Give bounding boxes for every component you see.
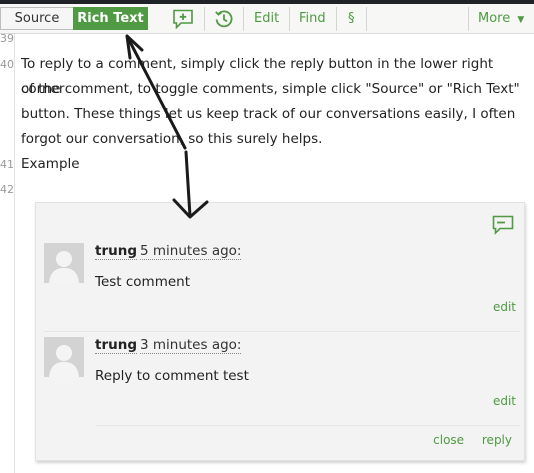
- comment-author[interactable]: trung: [95, 243, 137, 260]
- toolbar-separator: [336, 7, 337, 31]
- toolbar-separator: [204, 7, 205, 31]
- history-icon: [215, 9, 233, 27]
- line-number: 39: [0, 32, 14, 45]
- comment-text: Reply to comment test: [95, 368, 249, 384]
- comment-meta: trung 3 minutes ago:: [95, 337, 242, 354]
- more-menu-button[interactable]: More ▼: [478, 8, 524, 30]
- close-comment-link[interactable]: close: [433, 433, 464, 447]
- rich-text-mode-button[interactable]: Rich Text: [73, 7, 148, 30]
- paragraph-line[interactable]: button. These things let us keep track o…: [21, 102, 534, 127]
- user-avatar-icon: [44, 337, 84, 377]
- comment-divider: [96, 425, 520, 426]
- comment-meta: trung 5 minutes ago:: [95, 243, 242, 260]
- comments-panel: trung 5 minutes ago: Test comment edit tr…: [35, 202, 525, 461]
- line-number: 40: [0, 58, 14, 71]
- more-menu-label: More: [478, 11, 511, 26]
- comment-author[interactable]: trung: [95, 337, 137, 354]
- edit-button[interactable]: Edit: [254, 8, 279, 30]
- caret-down-icon: ▼: [517, 15, 525, 25]
- avatar: [44, 243, 84, 283]
- paragraph-line[interactable]: forgot our conversation, so this surely …: [21, 127, 534, 152]
- avatar: [44, 337, 84, 377]
- toolbar-separator: [366, 7, 367, 31]
- source-mode-button[interactable]: Source: [0, 7, 73, 30]
- reply-comment-link[interactable]: reply: [482, 433, 512, 447]
- line-number: 42: [0, 183, 14, 196]
- comment-text: Test comment: [95, 274, 191, 290]
- line-number: 41: [0, 158, 14, 171]
- comment-edit-link[interactable]: edit: [493, 300, 516, 314]
- example-line[interactable]: Example: [21, 152, 534, 177]
- toolbar-separator: [468, 7, 469, 31]
- add-comment-button[interactable]: [170, 7, 196, 30]
- history-button[interactable]: [212, 7, 236, 30]
- comment-divider: [44, 331, 520, 332]
- user-avatar-icon: [44, 243, 84, 283]
- comment-time: 3 minutes ago:: [140, 337, 242, 354]
- toolbar-separator: [289, 7, 290, 31]
- editor-toolbar: Source Rich Text Edit Find § More ▼: [0, 4, 534, 34]
- comment: trung 3 minutes ago: Reply to comment tes…: [44, 337, 522, 431]
- comment-actions: close reply: [419, 433, 512, 447]
- section-button[interactable]: §: [348, 8, 355, 30]
- add-comment-icon: [173, 9, 193, 29]
- paragraph-line[interactable]: of the comment, to toggle comments, simp…: [21, 77, 534, 102]
- comment-time: 5 minutes ago:: [140, 243, 242, 260]
- toolbar-separator: [243, 7, 244, 31]
- comment-icon: [492, 215, 514, 235]
- find-button[interactable]: Find: [299, 8, 326, 30]
- line-number-gutter: 39 40 41 42: [0, 32, 15, 473]
- comment-toggle-button[interactable]: [492, 215, 514, 239]
- comment-edit-link[interactable]: edit: [493, 394, 516, 408]
- comment: trung 5 minutes ago: Test comment edit: [44, 243, 522, 337]
